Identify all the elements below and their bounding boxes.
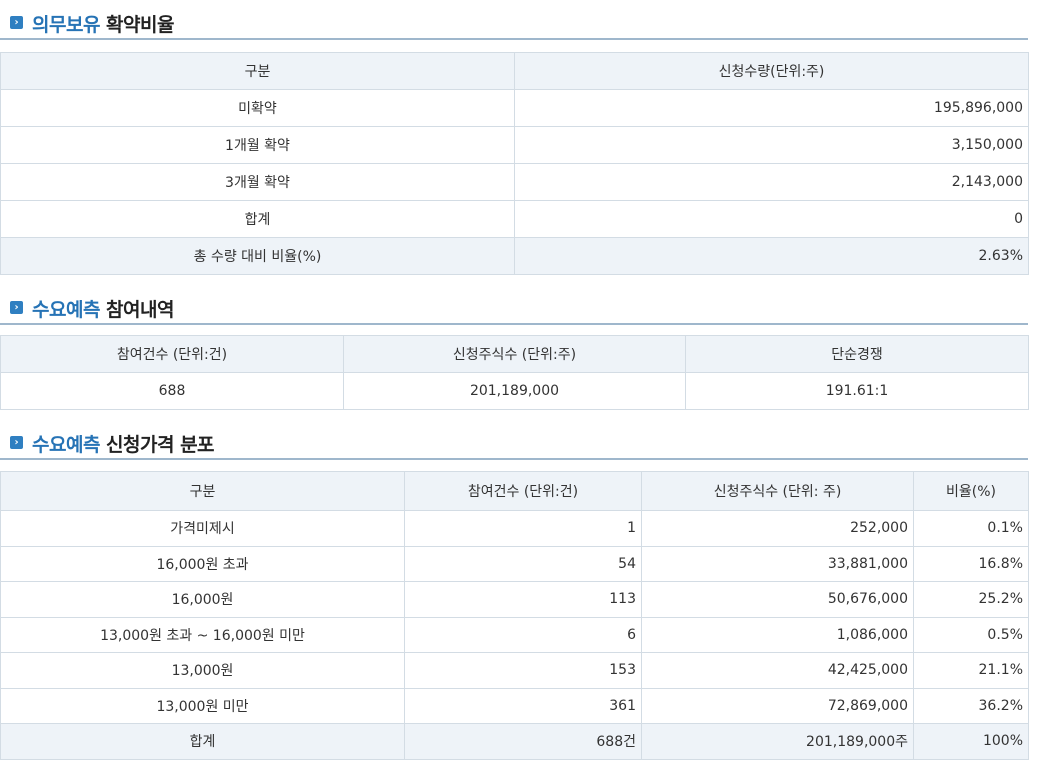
price-range: 16,000원 (0, 581, 405, 618)
table-row: 미확약 195,896,000 (0, 89, 1029, 127)
participation-count: 688 (0, 372, 344, 410)
shares-cell: 50,676,000 (641, 581, 914, 618)
count-cell: 54 (404, 545, 642, 582)
table-row: 1개월 확약 3,150,000 (0, 126, 1029, 164)
total-ratio: 100% (913, 723, 1029, 760)
lockup-title-accent: 의무보유 (32, 14, 100, 36)
table-row: 가격미제시 1 252,000 0.1% (0, 510, 1029, 547)
count-cell: 6 (404, 616, 642, 653)
header-cell: 단순경쟁 (685, 335, 1029, 373)
row-label: 합계 (0, 200, 515, 238)
ratio-cell: 16.8% (913, 545, 1029, 582)
table-row: 16,000원 113 50,676,000 25.2% (0, 581, 1029, 618)
shares-cell: 252,000 (641, 510, 914, 547)
participation-section-title: › 수요예측 참여내역 (0, 287, 1028, 325)
arrow-right-icon: › (10, 16, 23, 29)
header-cell: 구분 (0, 471, 405, 511)
price-range: 13,000원 초과 ~ 16,000원 미만 (0, 616, 405, 653)
lockup-section-title: › 의무보유 확약비율 (0, 2, 1028, 40)
distribution-section-title: › 수요예측 신청가격 분포 (0, 422, 1028, 460)
row-value: 0 (514, 200, 1029, 238)
price-range: 16,000원 초과 (0, 545, 405, 582)
distribution-title-accent: 수요예측 (32, 434, 100, 456)
header-cell: 신청주식수 (단위:주) (343, 335, 686, 373)
total-label: 합계 (0, 723, 405, 760)
table-row: 13,000원 미만 361 72,869,000 36.2% (0, 687, 1029, 724)
price-range: 13,000원 미만 (0, 687, 405, 724)
row-value: 195,896,000 (514, 89, 1029, 127)
table-row: 13,000원 초과 ~ 16,000원 미만 6 1,086,000 0.5% (0, 616, 1029, 653)
ratio-cell: 0.5% (913, 616, 1029, 653)
competition-ratio: 191.61:1 (685, 372, 1029, 410)
lockup-table: 구분 신청수량(단위:주) 미확약 195,896,000 1개월 확약 3,1… (0, 52, 1029, 275)
distribution-title-rest: 신청가격 분포 (106, 434, 215, 456)
participation-title-accent: 수요예측 (32, 299, 100, 321)
row-value: 2.63% (514, 237, 1029, 275)
price-range: 가격미제시 (0, 510, 405, 547)
row-label: 1개월 확약 (0, 126, 515, 164)
row-value: 3,150,000 (514, 126, 1029, 164)
row-value: 2,143,000 (514, 163, 1029, 201)
header-cell: 비율(%) (913, 471, 1029, 511)
price-range: 13,000원 (0, 652, 405, 689)
row-label: 미확약 (0, 89, 515, 127)
ratio-cell: 25.2% (913, 581, 1029, 618)
table-row: 688 201,189,000 191.61:1 (0, 372, 1029, 410)
shares-cell: 1,086,000 (641, 616, 914, 653)
ratio-cell: 21.1% (913, 652, 1029, 689)
table-header-row: 구분 참여건수 (단위:건) 신청주식수 (단위: 주) 비율(%) (0, 471, 1029, 511)
count-cell: 113 (404, 581, 642, 618)
ratio-cell: 36.2% (913, 687, 1029, 724)
count-cell: 1 (404, 510, 642, 547)
participation-table: 참여건수 (단위:건) 신청주식수 (단위:주) 단순경쟁 688 201,18… (0, 335, 1029, 410)
table-row-total: 합계 688건 201,189,000주 100% (0, 723, 1029, 760)
ratio-cell: 0.1% (913, 510, 1029, 547)
table-header-row: 구분 신청수량(단위:주) (0, 52, 1029, 90)
total-shares: 201,189,000주 (641, 723, 914, 760)
arrow-right-icon: › (10, 436, 23, 449)
table-row: 3개월 확약 2,143,000 (0, 163, 1029, 201)
shares-cell: 42,425,000 (641, 652, 914, 689)
lockup-title-rest: 확약비율 (106, 14, 174, 36)
participation-shares: 201,189,000 (343, 372, 686, 410)
header-cell: 참여건수 (단위:건) (404, 471, 642, 511)
distribution-table: 구분 참여건수 (단위:건) 신청주식수 (단위: 주) 비율(%) 가격미제시… (0, 471, 1029, 760)
header-cell: 신청수량(단위:주) (514, 52, 1029, 90)
table-row-total: 총 수량 대비 비율(%) 2.63% (0, 237, 1029, 275)
table-row: 13,000원 153 42,425,000 21.1% (0, 652, 1029, 689)
shares-cell: 72,869,000 (641, 687, 914, 724)
row-label: 총 수량 대비 비율(%) (0, 237, 515, 275)
arrow-right-icon: › (10, 301, 23, 314)
table-row: 16,000원 초과 54 33,881,000 16.8% (0, 545, 1029, 582)
count-cell: 361 (404, 687, 642, 724)
total-count: 688건 (404, 723, 642, 760)
header-cell: 구분 (0, 52, 515, 90)
shares-cell: 33,881,000 (641, 545, 914, 582)
participation-title-rest: 참여내역 (106, 299, 174, 321)
header-cell: 신청주식수 (단위: 주) (641, 471, 914, 511)
row-label: 3개월 확약 (0, 163, 515, 201)
count-cell: 153 (404, 652, 642, 689)
table-row: 합계 0 (0, 200, 1029, 238)
header-cell: 참여건수 (단위:건) (0, 335, 344, 373)
table-header-row: 참여건수 (단위:건) 신청주식수 (단위:주) 단순경쟁 (0, 335, 1029, 373)
